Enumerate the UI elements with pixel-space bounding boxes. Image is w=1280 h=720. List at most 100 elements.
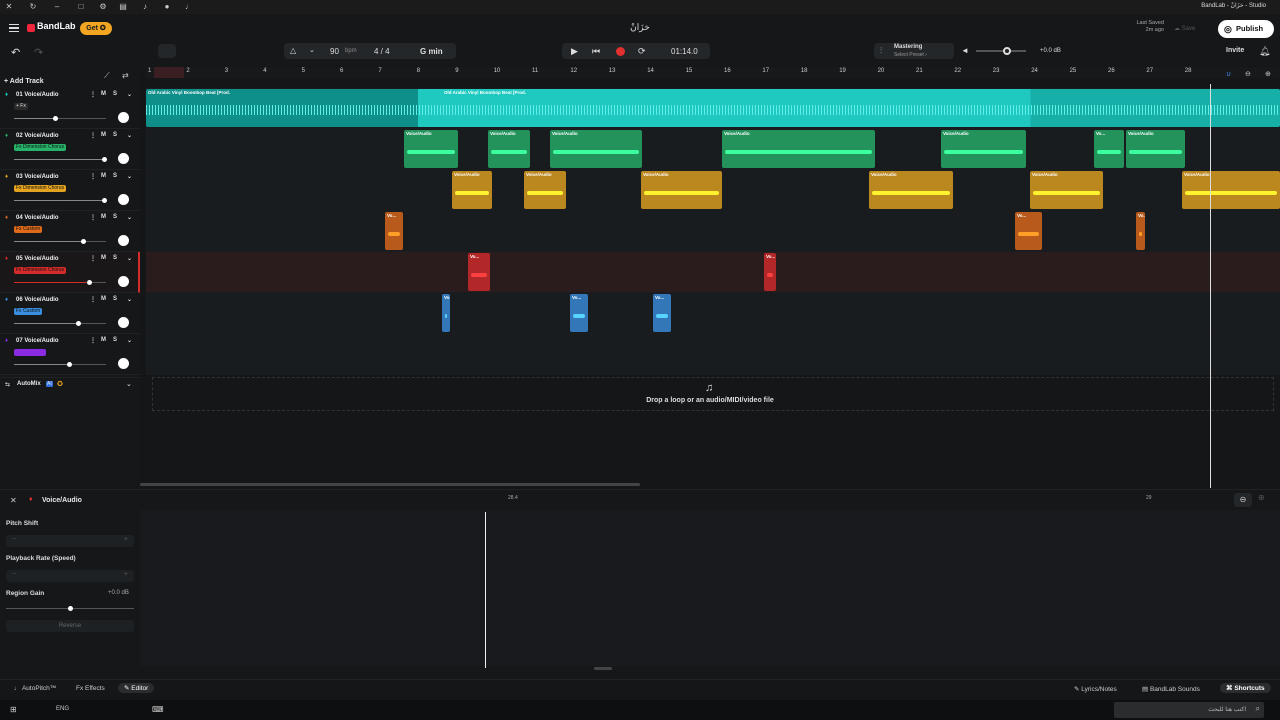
playhead[interactable] [1210, 84, 1211, 488]
pan-knob[interactable] [118, 317, 129, 328]
editor-zoom-out-icon[interactable]: ⊖ [1234, 493, 1252, 507]
extensions-icon[interactable]: ⚙ [98, 2, 108, 12]
volume-knob[interactable] [81, 239, 86, 244]
track-volume-slider[interactable] [14, 321, 106, 326]
fx-tag[interactable] [14, 349, 46, 356]
record-icon[interactable] [616, 47, 625, 56]
close-icon[interactable]: ✕ [4, 2, 14, 12]
zoom-out-icon[interactable]: ⊖ [1245, 70, 1251, 78]
start-icon[interactable]: ⊞ [10, 705, 17, 714]
track-lane[interactable]: Voice/Audio Voice/Audio Voice/Audio Voice/A… [146, 170, 1280, 211]
track-header[interactable]: ♦ 01 Voice/Audio + Fx ⋮ M S ⌄ [0, 88, 140, 129]
track-volume-slider[interactable] [14, 362, 106, 367]
track-menu-icon[interactable]: ⋮ [90, 132, 96, 139]
save-button[interactable]: ☁ Save [1174, 25, 1195, 32]
reload-icon[interactable]: ↻ [28, 2, 38, 12]
track-lane[interactable]: Old Arabic Vinyl Boombop Beat [Prod. Old … [146, 88, 1280, 129]
volume-knob[interactable] [53, 116, 59, 121]
audio-region[interactable]: Vo... [1015, 212, 1042, 250]
chevron-down-icon[interactable]: ⌄ [127, 91, 132, 98]
track-name[interactable]: 03 Voice/Audio [16, 174, 59, 180]
key-value[interactable]: G min [420, 47, 443, 56]
collapse-icon[interactable]: ⇄ [122, 71, 129, 80]
audio-region[interactable]: Voice/Audio [452, 171, 492, 209]
shortcuts-button[interactable]: ⌘ Shortcuts [1220, 683, 1271, 693]
track-lane[interactable]: Vo... Vo... Vo... [146, 293, 1280, 334]
chevron-down-icon[interactable]: ⌄ [126, 380, 132, 388]
chevron-down-icon[interactable]: ⌄ [127, 173, 132, 180]
audio-region[interactable]: Vo... [653, 294, 671, 332]
audio-region[interactable]: Voice/Audio [1182, 171, 1280, 209]
skip-back-icon[interactable]: ⏮ [592, 46, 600, 57]
track-name[interactable]: 02 Voice/Audio [16, 133, 59, 139]
chevron-down-icon[interactable]: ⌄ [127, 337, 132, 344]
loop-icon[interactable]: ⟳ [638, 46, 646, 57]
loop-region[interactable] [154, 67, 184, 78]
dot-icon[interactable]: ● [162, 2, 172, 12]
editor-playhead[interactable] [485, 512, 486, 668]
pan-knob[interactable] [118, 194, 129, 205]
publish-button[interactable]: ◎ Publish [1218, 20, 1274, 38]
bell-icon[interactable]: ♪ [140, 2, 150, 12]
restore-icon[interactable]: □ [76, 2, 86, 12]
track-menu-icon[interactable]: ⋮ [90, 255, 96, 262]
invite-button[interactable]: Invite [1226, 47, 1244, 54]
tab-autopitch[interactable]: ♩ AutoPitch™ [14, 685, 56, 692]
audio-region[interactable]: Voice/Audio [1126, 130, 1185, 168]
notification-bell-icon[interactable]: 🔔︎ [1259, 46, 1270, 57]
region-gain-slider[interactable] [6, 606, 134, 611]
audio-region[interactable]: Voice/Audio [941, 130, 1026, 168]
timeline-ruler[interactable]: 1 2 3 4 5 6 7 8 9 10 11 12 13 14 15 16 17 18 19 20 21 22 23 24 2… [146, 67, 1280, 78]
fx-tag[interactable]: Fx Dimension Chorus [14, 144, 67, 151]
close-editor-icon[interactable]: ✕ [10, 496, 17, 505]
reverse-button[interactable]: Reverse [6, 620, 134, 632]
track-name[interactable]: 01 Voice/Audio [16, 92, 59, 98]
mute-button[interactable]: M [101, 173, 106, 179]
track-header[interactable]: ♦ 05 Voice/Audio Fx Dimension Chorus ⋮ M S ⌄ [0, 252, 140, 293]
audio-region[interactable]: Vo... [468, 253, 490, 291]
horizontal-scrollbar[interactable] [140, 483, 640, 486]
solo-button[interactable]: S [113, 255, 117, 261]
track-volume-slider[interactable] [14, 280, 106, 285]
get-membership-button[interactable]: Get ✪ [80, 22, 112, 35]
audio-region[interactable]: Voice/Audio [869, 171, 953, 209]
mute-button[interactable]: M [101, 255, 106, 261]
solo-button[interactable]: S [113, 214, 117, 220]
language-indicator[interactable]: ENG [56, 706, 69, 712]
chevron-down-icon[interactable]: ⌄ [127, 255, 132, 262]
track-lane[interactable]: Vo... Vo... [146, 252, 1280, 293]
mixer-toggle-button[interactable] [158, 44, 176, 58]
clipboard-icon[interactable]: ▤ [118, 2, 128, 12]
pan-knob[interactable] [118, 276, 129, 287]
audio-region[interactable]: Voice/Audio [550, 130, 642, 168]
track-lane[interactable] [146, 334, 1280, 375]
tab-bandlab-sounds[interactable]: ▤ BandLab Sounds [1142, 685, 1200, 693]
audio-region[interactable]: Voice/Audio [641, 171, 722, 209]
fx-tag[interactable]: + Fx [14, 103, 28, 110]
time-signature[interactable]: 4 / 4 [374, 47, 390, 56]
tab-editor[interactable]: ✎ Editor [118, 683, 155, 693]
redo-icon[interactable]: ↷ [34, 46, 43, 59]
pan-knob[interactable] [118, 112, 129, 123]
chevron-down-icon[interactable]: ⌄ [309, 46, 315, 54]
minimize-icon[interactable]: – [52, 2, 62, 12]
zoom-in-icon[interactable]: ⊕ [1265, 70, 1271, 78]
track-lane[interactable]: Voice/Audio Voice/Audio Voice/Audio Voice/A… [146, 129, 1280, 170]
audio-region[interactable]: Voice/Audio [722, 130, 875, 168]
track-header[interactable]: ♦ 03 Voice/Audio Fx Dimension Chorus ⋮ M S ⌄ [0, 170, 140, 211]
track-volume-slider[interactable] [14, 239, 106, 244]
track-volume-slider[interactable] [14, 198, 108, 203]
chevron-down-icon[interactable]: ⌄ [127, 132, 132, 139]
solo-button[interactable]: S [113, 296, 117, 302]
playback-rate-stepper[interactable]: − + [6, 570, 134, 582]
solo-button[interactable]: S [113, 337, 117, 343]
track-name[interactable]: 06 Voice/Audio [16, 297, 59, 303]
solo-button[interactable]: S [113, 173, 117, 179]
speaker-icon[interactable]: ◄ [961, 46, 969, 55]
wand-icon[interactable]: ⟋ [104, 71, 110, 81]
magnet-icon[interactable]: ∪ [1226, 70, 1231, 78]
mute-button[interactable]: M [101, 214, 106, 220]
audio-region[interactable]: Old Arabic Vinyl Boombop Beat [Prod. Old … [146, 89, 1280, 127]
track-header[interactable]: ♦ 02 Voice/Audio Fx Dimension Chorus ⋮ M S ⌄ [0, 129, 140, 170]
pan-knob[interactable] [118, 235, 129, 246]
